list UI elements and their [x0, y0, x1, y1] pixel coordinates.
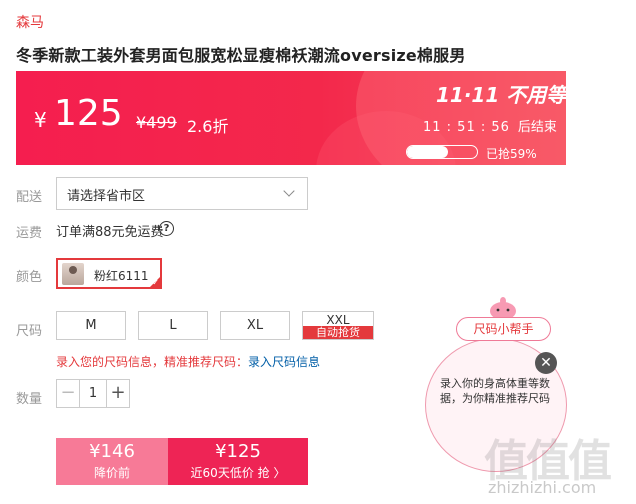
- quantity-increase-button[interactable]: +: [106, 380, 129, 407]
- shipping-info: 订单满88元免运费: [56, 225, 164, 240]
- quantity-stepper: − 1 +: [56, 379, 130, 408]
- countdown-suffix: 后结束: [517, 120, 557, 135]
- size-option-xxl[interactable]: XXL 自动抢货: [302, 311, 374, 340]
- color-option-label: 粉红6111: [94, 269, 149, 283]
- help-icon[interactable]: ?: [159, 221, 174, 236]
- enter-size-link[interactable]: 录入尺码信息: [248, 355, 320, 369]
- region-select[interactable]: 请选择省市区: [56, 177, 308, 210]
- size-helper-title[interactable]: 尺码小帮手: [456, 317, 551, 341]
- price-before-label: 降价前: [93, 466, 130, 480]
- buy-now-price: ¥125: [215, 441, 261, 462]
- product-title: 冬季新款工装外套男面包服宽松显瘦棉袄潮流oversize棉服男: [16, 46, 466, 65]
- color-option-selected[interactable]: 粉红6111 ✓: [56, 258, 162, 289]
- size-option-l[interactable]: L: [138, 311, 208, 340]
- chevron-down-icon: [283, 185, 295, 197]
- countdown-timer: 11 : 51 : 56 后结束: [423, 116, 557, 135]
- close-icon[interactable]: ✕: [535, 352, 557, 374]
- original-price: ¥499: [136, 113, 177, 132]
- quantity-decrease-button[interactable]: −: [57, 380, 80, 407]
- size-option-m[interactable]: M: [56, 311, 126, 340]
- price-before-value: ¥146: [89, 441, 135, 462]
- buy-now-label: 近60天低价 抢 〉: [190, 466, 286, 480]
- check-icon: ✓: [152, 278, 159, 287]
- currency-symbol: ¥: [34, 108, 47, 132]
- size-option-xl[interactable]: XL: [220, 311, 290, 340]
- quantity-input[interactable]: 1: [80, 380, 106, 407]
- brand-name[interactable]: 森马: [16, 12, 44, 32]
- buy-now-button[interactable]: ¥125 近60天低价 抢 〉: [168, 438, 308, 485]
- size-option-xxl-label: XXL: [326, 313, 350, 327]
- size-label: 尺码: [16, 324, 43, 339]
- color-label: 颜色: [16, 270, 43, 285]
- sale-price: 125: [54, 93, 123, 134]
- size-tip-text: 录入您的尺码信息，精准推荐尺码：: [56, 355, 249, 369]
- delivery-label: 配送: [16, 190, 43, 205]
- price-banner: ¥ 125 ¥499 2.6折 11·11 不用等 11 : 51 : 56 后结…: [16, 71, 566, 165]
- price-before-button[interactable]: ¥146 降价前: [56, 438, 168, 485]
- sold-progress-fill: [407, 146, 449, 158]
- event-label: 11·11 不用等: [436, 83, 566, 107]
- discount-label: 2.6折: [187, 117, 229, 136]
- auto-grab-tag: 自动抢货: [303, 326, 373, 339]
- size-tip: 录入您的尺码信息，精准推荐尺码：录入尺码信息: [56, 353, 320, 370]
- sold-progress-bar: [406, 145, 478, 159]
- size-helper-text: 录入你的身高体重等数据，为你精准推荐尺码: [440, 377, 550, 405]
- sold-progress-text: 已抢59%: [486, 147, 537, 161]
- region-select-value: 请选择省市区: [67, 189, 146, 204]
- watermark-url: zhizhizhi.com: [488, 478, 597, 497]
- shipping-label: 运费: [16, 226, 43, 241]
- countdown-time: 11 : 51 : 56: [423, 120, 510, 135]
- quantity-label: 数量: [16, 392, 43, 407]
- color-thumbnail: [62, 263, 84, 285]
